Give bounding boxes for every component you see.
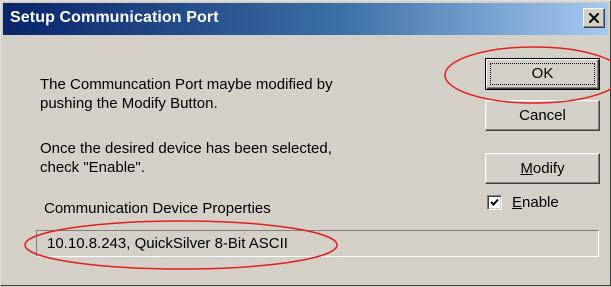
instruction-text-2-line-2: check "Enable". [40,159,145,176]
instruction-text-1-line-1: The Communcation Port maybe modified by [40,76,333,93]
checkmark-icon [490,198,499,206]
device-properties-field: 10.10.8.243, QuickSilver 8-Bit ASCII [36,230,599,257]
modify-button[interactable]: Modify [485,153,600,184]
close-button[interactable] [583,8,605,28]
title-bar[interactable]: Setup Communication Port [3,3,608,35]
cancel-button[interactable]: Cancel [485,100,600,131]
instruction-text-1-line-2: pushing the Modify Button. [40,95,218,112]
setup-communication-port-dialog: Setup Communication Port The Communcatio… [0,0,611,286]
communication-device-properties-label: Communication Device Properties [44,200,271,217]
modify-button-label: Modify [486,154,599,183]
ok-button-label: OK [531,65,554,82]
ok-button[interactable]: OK [485,58,600,90]
enable-checkbox-label[interactable]: Enable [512,193,559,212]
cancel-button-label: Cancel [519,107,566,124]
enable-label-rest: nable [522,194,559,211]
enable-mnemonic: E [512,194,523,211]
instruction-text-2-line-1: Once the desired device has been selecte… [40,140,332,157]
enable-checkbox[interactable] [487,195,502,210]
close-icon [589,13,599,23]
modify-mnemonic: M [520,160,533,177]
window-title: Setup Communication Port [10,9,219,26]
modify-label-rest: odify [532,160,565,177]
